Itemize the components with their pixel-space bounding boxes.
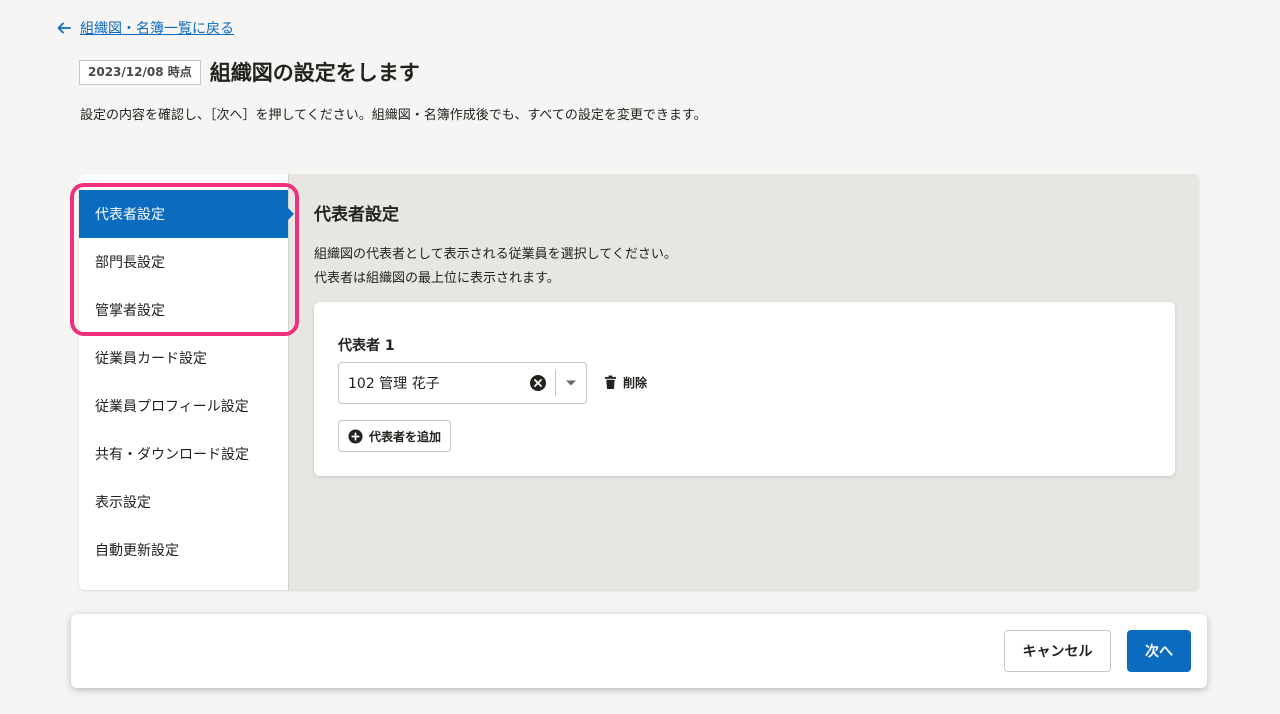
footer-bar: キャンセル 次へ [71,614,1207,688]
section-description-line: 代表者は組織図の最上位に表示されます。 [314,271,560,286]
settings-sidebar: 代表者設定 部門長設定 管掌者設定 従業員カード設定 従業員プロフィール設定 共… [79,174,294,590]
sidebar-item-department-head[interactable]: 部門長設定 [79,238,288,286]
settings-panel: 代表者設定 部門長設定 管掌者設定 従業員カード設定 従業員プロフィール設定 共… [79,174,1199,590]
section-title: 代表者設定 [314,205,399,225]
page-title: 組織図の設定をします [209,61,420,85]
page-description: 設定の内容を確認し、［次へ］を押してください。組織図・名簿作成後でも、すべての設… [80,108,707,123]
representative-card: 代表者 1 102 管理 花子 削除 代表者を追加 [314,302,1175,476]
delete-representative-button[interactable]: 削除 [604,374,647,391]
add-representative-label: 代表者を追加 [369,429,442,444]
plus-circle-icon [348,428,363,444]
next-button[interactable]: 次へ [1127,630,1191,672]
representative-select-value: 102 管理 花子 [348,376,440,392]
representative-select[interactable]: 102 管理 花子 [338,362,587,404]
section-description-line: 組織図の代表者として表示される従業員を選択してください。 [314,247,677,262]
sidebar-item-employee-card[interactable]: 従業員カード設定 [79,334,288,382]
sidebar-item-supervisor[interactable]: 管掌者設定 [79,286,288,334]
delete-label: 削除 [623,376,648,390]
sidebar-item-representative[interactable]: 代表者設定 [79,190,294,238]
back-link-label[interactable]: 組織図・名簿一覧に戻る [80,18,234,38]
add-representative-button[interactable]: 代表者を追加 [338,420,452,452]
title-row: 2023/12/08 時点 組織図の設定をします [79,57,420,87]
sidebar-item-share-download[interactable]: 共有・ダウンロード設定 [79,430,288,478]
chevron-down-icon[interactable] [556,379,586,387]
cancel-button[interactable]: キャンセル [1004,630,1111,672]
clear-icon[interactable] [529,374,547,392]
sidebar-item-display[interactable]: 表示設定 [79,478,288,526]
date-badge: 2023/12/08 時点 [79,59,201,85]
section-description: 組織図の代表者として表示される従業員を選択してください。 代表者は組織図の最上位… [314,243,1174,291]
sidebar-item-employee-profile[interactable]: 従業員プロフィール設定 [79,382,288,430]
trash-icon [604,375,617,389]
sidebar-item-auto-update[interactable]: 自動更新設定 [79,526,288,574]
section-content: 代表者設定 組織図の代表者として表示される従業員を選択してください。 代表者は組… [314,200,1174,291]
representative-field-label: 代表者 1 [338,338,395,354]
arrow-left-icon [57,22,71,34]
back-link[interactable]: 組織図・名簿一覧に戻る [56,18,234,38]
